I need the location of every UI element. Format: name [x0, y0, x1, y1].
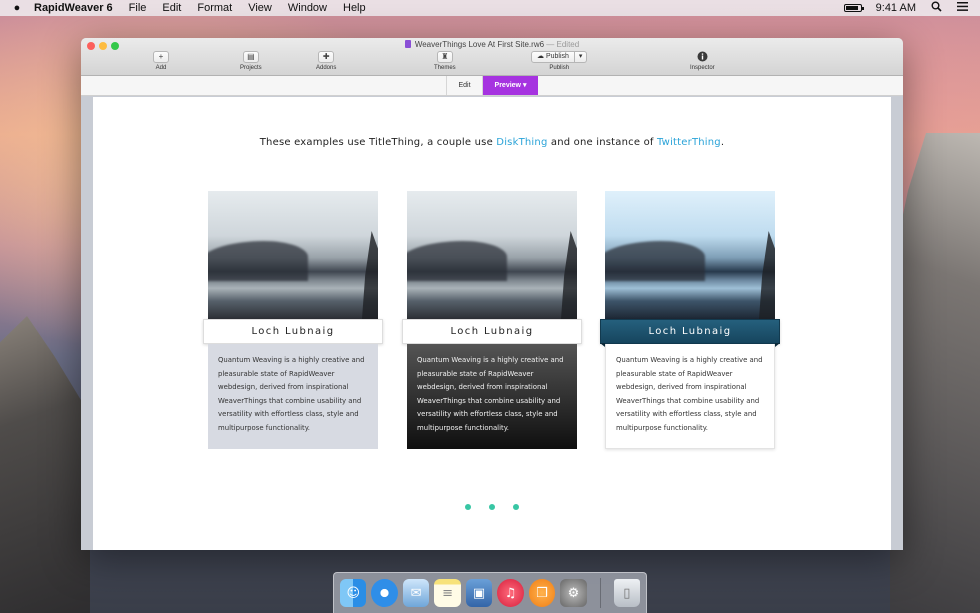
- dock-separator: [599, 578, 601, 608]
- add-icon: +: [153, 51, 169, 63]
- desktop-rock-left: [0, 316, 90, 613]
- publish-button[interactable]: ☁ Publish: [531, 51, 575, 63]
- menu-edit[interactable]: Edit: [154, 2, 189, 14]
- projects-label: Projects: [240, 65, 262, 71]
- pagination-dot[interactable]: [489, 504, 495, 510]
- menubar: ● RapidWeaver 6 File Edit Format View Wi…: [0, 0, 980, 16]
- menu-file[interactable]: File: [121, 2, 155, 14]
- intro-prefix: These examples use TitleThing, a couple …: [259, 137, 497, 148]
- intro-text: These examples use TitleThing, a couple …: [93, 137, 891, 148]
- mail-icon[interactable]: ✉: [402, 579, 430, 607]
- rapidweaver-window: WeaverThings Love At First Site.rw6 — Ed…: [81, 38, 903, 550]
- ibooks-icon[interactable]: ❒: [528, 579, 556, 607]
- pagination-dot[interactable]: [513, 504, 519, 510]
- inspector-label: Inspector: [690, 65, 715, 71]
- window-titlebar: WeaverThings Love At First Site.rw6 — Ed…: [81, 38, 903, 76]
- dock: ☺ ✉ ≡ ▣ ♫ ❒ ⚙ ▯: [333, 572, 647, 613]
- menu-help[interactable]: Help: [335, 2, 374, 14]
- tab-edit[interactable]: Edit: [446, 76, 482, 95]
- card-photo: [208, 191, 378, 319]
- menu-view[interactable]: View: [240, 2, 280, 14]
- desktop-rock-right: [890, 133, 980, 613]
- menu-app-name[interactable]: RapidWeaver 6: [34, 2, 121, 14]
- inspector-button[interactable]: Inspector: [690, 51, 715, 71]
- window-title: WeaverThings Love At First Site.rw6 — Ed…: [81, 40, 903, 49]
- tab-preview[interactable]: Preview ▾: [482, 76, 538, 95]
- add-button[interactable]: + Add: [153, 51, 169, 71]
- pagination-dot[interactable]: [465, 504, 471, 510]
- card-text: Quantum Weaving is a highly creative and…: [208, 344, 378, 449]
- themes-button[interactable]: ♜ Themes: [434, 51, 456, 71]
- projects-button[interactable]: ▤ Projects: [240, 51, 262, 71]
- themes-label: Themes: [434, 65, 456, 71]
- intro-suffix: .: [720, 137, 725, 148]
- card-text: Quantum Weaving is a highly creative and…: [605, 344, 775, 449]
- add-label: Add: [155, 65, 167, 71]
- mode-bar: Edit Preview ▾: [81, 76, 903, 96]
- menubar-clock[interactable]: 9:41 AM: [876, 2, 916, 14]
- intro-middle: and one instance of: [547, 137, 658, 148]
- addons-icon: ✚: [318, 51, 335, 63]
- preview-page: These examples use TitleThing, a couple …: [93, 97, 891, 550]
- window-title-text: WeaverThings Love At First Site.rw6: [414, 40, 545, 49]
- addons-label: Addons: [316, 65, 337, 71]
- card-text: Quantum Weaving is a highly creative and…: [407, 344, 577, 449]
- themes-icon: ♜: [436, 51, 453, 63]
- card-photo: [407, 191, 577, 319]
- notification-center-icon[interactable]: [954, 2, 970, 14]
- battery-icon[interactable]: [843, 4, 864, 12]
- itunes-icon[interactable]: ♫: [497, 579, 524, 607]
- spotlight-search-icon[interactable]: [928, 1, 944, 15]
- projects-icon: ▤: [242, 51, 259, 63]
- cloud-icon: ☁: [537, 53, 544, 60]
- trash-icon[interactable]: ▯: [613, 579, 641, 607]
- card-title: Loch Lubnaig: [600, 319, 780, 347]
- notes-icon[interactable]: ≡: [434, 579, 461, 607]
- preview-icon[interactable]: ▣: [465, 579, 493, 607]
- twitterthing-link[interactable]: TwitterThing: [657, 137, 721, 148]
- window-title-status: — Edited: [546, 40, 580, 49]
- diskthing-link[interactable]: DiskThing: [496, 137, 547, 148]
- publish-button-label: Publish: [545, 53, 569, 60]
- card-photo: [605, 191, 775, 319]
- card-title: Loch Lubnaig: [203, 319, 383, 344]
- addons-button[interactable]: ✚ Addons: [316, 51, 336, 71]
- apple-icon[interactable]: ●: [0, 2, 34, 14]
- info-icon: [694, 51, 710, 63]
- document-icon: [404, 40, 411, 48]
- finder-icon[interactable]: ☺: [340, 579, 367, 607]
- publish-group: ☁ Publish ▾ Publish: [531, 51, 588, 71]
- menu-format[interactable]: Format: [189, 2, 240, 14]
- safari-icon[interactable]: [371, 579, 398, 607]
- pagination-dots: [93, 504, 891, 510]
- system-preferences-icon[interactable]: ⚙: [560, 579, 587, 607]
- menu-window[interactable]: Window: [280, 2, 335, 14]
- card-title: Loch Lubnaig: [402, 319, 582, 344]
- publish-options-chevron-icon[interactable]: ▾: [574, 51, 588, 63]
- publish-label: Publish: [549, 65, 570, 71]
